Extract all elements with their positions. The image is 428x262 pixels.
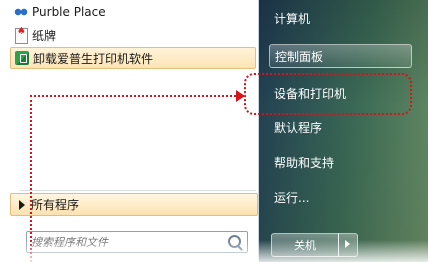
separator: [20, 190, 256, 191]
program-label: Purble Place: [32, 5, 106, 19]
search-icon[interactable]: [228, 235, 241, 248]
shortcut-help-and-support[interactable]: 帮助和支持: [269, 150, 412, 174]
search-box[interactable]: [26, 231, 248, 253]
shutdown-options-button[interactable]: [338, 233, 358, 257]
shutdown-button[interactable]: 关机: [271, 233, 339, 257]
all-programs-button[interactable]: 所有程序: [10, 193, 258, 216]
annotation-highlight-box: [244, 73, 412, 115]
programs-panel: Purble Place 纸牌 卸载爱普生打印机软件: [8, 0, 259, 262]
annotation-line-horizontal: [30, 95, 240, 97]
program-label: 卸载爱普生打印机软件: [33, 51, 154, 66]
solitaire-icon: [15, 26, 28, 44]
shortcut-computer[interactable]: 计算机: [269, 6, 412, 30]
program-item-uninstall-epson[interactable]: 卸载爱普生打印机软件: [10, 47, 256, 69]
shortcuts-panel: 计算机 控制面板 设备和打印机 默认程序 帮助和支持 运行...: [259, 0, 428, 262]
triangle-right-icon: [19, 199, 25, 210]
start-menu: Purble Place 纸牌 卸载爱普生打印机软件 所有程序 计算机 控制面板…: [0, 0, 428, 262]
search-input[interactable]: [27, 234, 223, 250]
shortcut-run[interactable]: 运行...: [269, 185, 412, 209]
all-programs-label: 所有程序: [31, 198, 80, 212]
purble-place-icon: [14, 5, 28, 19]
shortcut-control-panel[interactable]: 控制面板: [269, 44, 412, 68]
program-item-solitaire[interactable]: 纸牌: [10, 25, 254, 45]
shortcut-default-programs[interactable]: 默认程序: [269, 115, 412, 139]
annotation-line-vertical: [30, 95, 32, 262]
uninstall-icon: [15, 51, 29, 65]
program-item-purble-place[interactable]: Purble Place: [10, 2, 254, 22]
program-label: 纸牌: [32, 28, 57, 43]
